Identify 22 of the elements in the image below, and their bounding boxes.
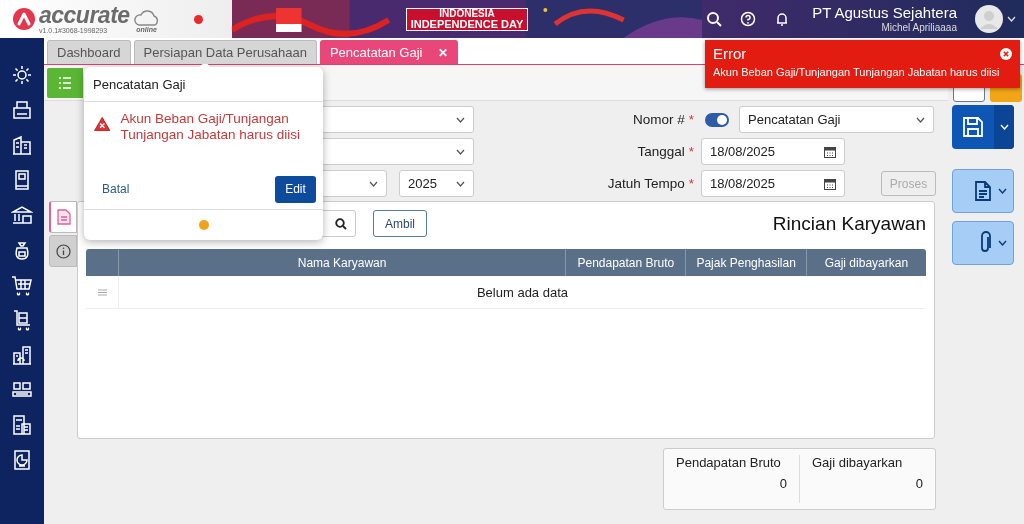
column-header: Nama Karyawan xyxy=(118,249,566,276)
total-label: Pendapatan Bruto xyxy=(676,455,782,470)
field-label: Jatuh Tempo * xyxy=(606,175,694,193)
banner-title: INDONESIA xyxy=(439,8,495,19)
total-value: 0 xyxy=(914,476,923,491)
empty-message: Belum ada data xyxy=(475,283,570,302)
company-name: PT Agustus Sejahtera xyxy=(812,5,957,22)
popup-title: Pencatatan Gaji xyxy=(84,67,323,102)
banner-subtitle: INDEPENDENCE DAY xyxy=(410,18,524,30)
toast-message: Akun Beban Gaji/Tunjangan Tunjangan Jabatan harus diisi xyxy=(713,66,1001,78)
user-name: Michel Apriliaaaa xyxy=(881,21,957,33)
logo-text: accurate xyxy=(39,4,130,27)
toast-title: Error xyxy=(713,45,747,62)
column-header: Pajak Penghasilan xyxy=(685,249,806,276)
popup-message: Akun Beban Gaji/Tunjangan Tunjangan Jabatan harus diisi xyxy=(120,111,302,144)
card-title: Rincian Karyawan xyxy=(772,212,926,235)
total-value: 0 xyxy=(778,476,787,491)
column-header: Gaji dibayarkan xyxy=(805,249,926,276)
field-label: Nomor # * xyxy=(631,111,694,129)
field-label: Tanggal * xyxy=(636,143,694,161)
total-label: Gaji dibayarkan xyxy=(812,455,904,470)
column-header: Pendapatan Bruto xyxy=(565,249,686,276)
